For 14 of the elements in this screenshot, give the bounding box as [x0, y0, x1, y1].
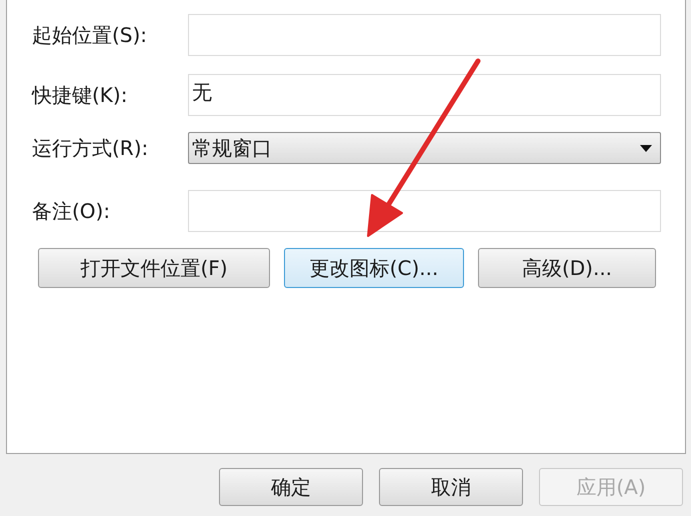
action-button[interactable]: 更改图标(C)... — [284, 248, 464, 288]
dropdown-caret-icon — [640, 144, 652, 152]
field-label: 起始位置(S): — [32, 22, 148, 48]
field-label: 运行方式(R): — [32, 134, 150, 162]
input-field[interactable]: 无 — [188, 74, 661, 116]
run-mode-dropdown[interactable]: 常规窗口 — [188, 132, 661, 164]
input-field[interactable] — [188, 14, 661, 56]
action-button[interactable]: 打开文件位置(F) — [38, 248, 270, 288]
field-label: 备注(O): — [32, 198, 112, 224]
input-field[interactable] — [188, 190, 661, 232]
dialog-button[interactable]: 确定 — [219, 468, 363, 506]
field-label: 快捷键(K): — [32, 82, 128, 108]
action-button[interactable]: 高级(D)... — [478, 248, 656, 288]
dialog-button[interactable]: 取消 — [379, 468, 523, 506]
